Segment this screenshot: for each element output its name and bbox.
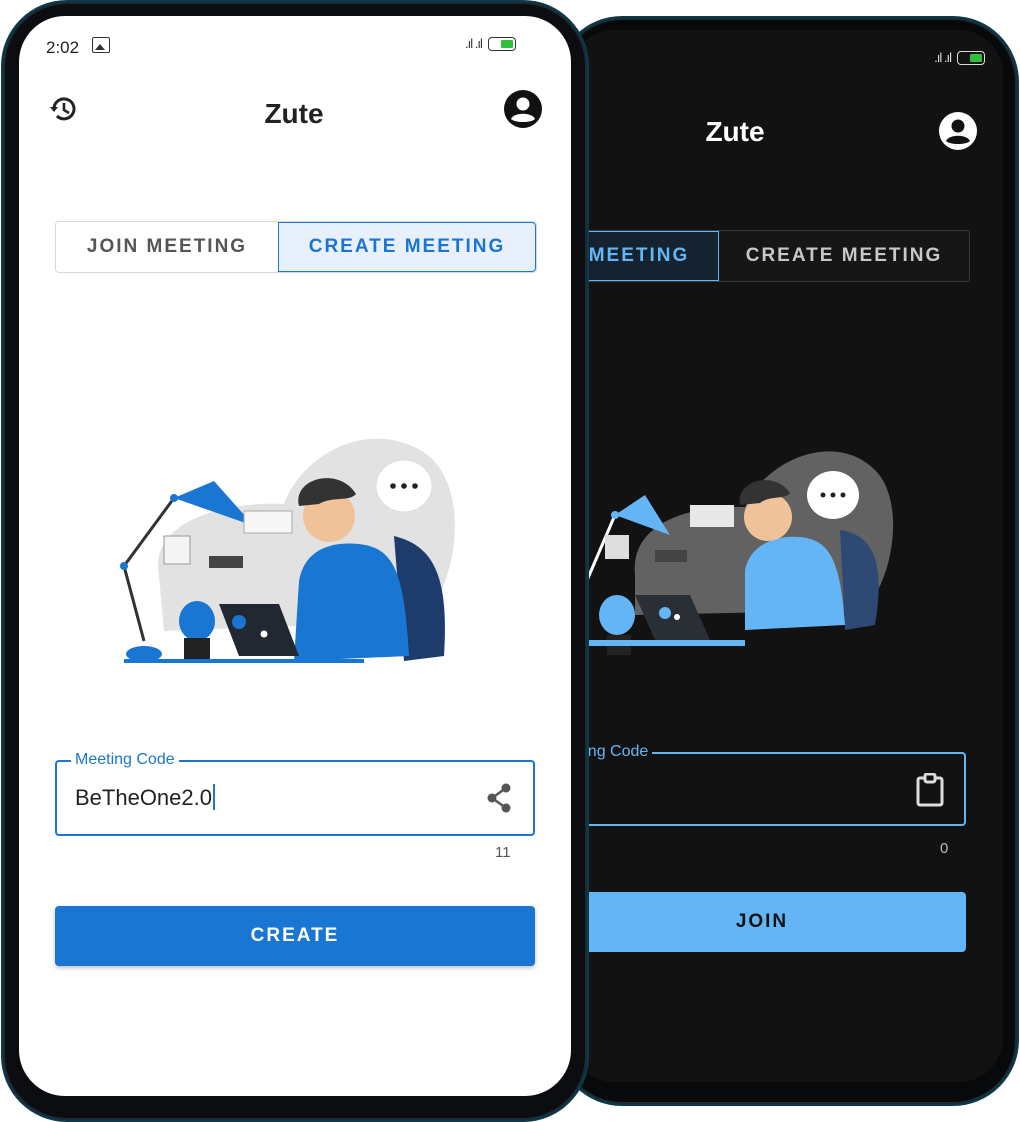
meeting-code-value: BeTheOne2.0 bbox=[75, 785, 212, 810]
meeting-illustration bbox=[575, 451, 894, 655]
clipboard-icon bbox=[916, 773, 944, 807]
meeting-tabs: JOIN MEETING CREATE MEETING bbox=[55, 221, 537, 273]
meeting-code-field[interactable]: eeting Code bbox=[570, 743, 966, 826]
meeting-code-input[interactable]: BeTheOne2.0 bbox=[75, 784, 215, 811]
status-bar-right: .ıl .ıl bbox=[465, 36, 516, 51]
meeting-code-field[interactable]: Meeting Code BeTheOne2.0 bbox=[55, 751, 535, 836]
join-button[interactable]: JOIN bbox=[570, 892, 966, 952]
text-cursor bbox=[212, 784, 215, 810]
meeting-tabs: MEETING CREATE MEETING bbox=[570, 230, 970, 282]
create-button[interactable]: CREATE bbox=[55, 906, 535, 966]
dark-phone-frame: .ıl .ıl Zute MEETING CREATE MEETING eeti… bbox=[560, 20, 1015, 1102]
dark-screen: .ıl .ıl Zute MEETING CREATE MEETING eeti… bbox=[570, 30, 1003, 1082]
app-title: Zute bbox=[264, 98, 324, 129]
signal-icon: .ıl .ıl bbox=[465, 36, 483, 51]
signal-icon: .ıl .ıl bbox=[934, 50, 952, 65]
tab-join-meeting[interactable]: MEETING bbox=[570, 231, 719, 281]
paste-button[interactable] bbox=[914, 772, 946, 808]
light-phone-frame: 2:02 .ıl .ıl Zute JOIN MEETING CREATE ME… bbox=[5, 4, 585, 1118]
battery-icon bbox=[957, 50, 985, 65]
app-title: Zute bbox=[705, 116, 765, 147]
tab-create-meeting[interactable]: CREATE MEETING bbox=[278, 222, 536, 272]
meeting-code-label: Meeting Code bbox=[71, 751, 179, 769]
account-button[interactable] bbox=[938, 111, 978, 151]
status-bar-right: .ıl .ıl bbox=[934, 50, 985, 65]
history-icon bbox=[50, 97, 76, 121]
tab-create-meeting[interactable]: CREATE MEETING bbox=[719, 231, 969, 281]
meeting-illustration bbox=[120, 438, 455, 663]
share-button[interactable] bbox=[483, 780, 515, 816]
light-screen: 2:02 .ıl .ıl Zute JOIN MEETING CREATE ME… bbox=[19, 16, 571, 1096]
character-counter: 11 bbox=[495, 844, 511, 861]
character-counter: 0 bbox=[940, 840, 949, 857]
account-circle-icon bbox=[939, 112, 977, 150]
status-time: 2:02 bbox=[46, 38, 80, 57]
battery-icon bbox=[487, 36, 516, 51]
account-circle-icon bbox=[504, 90, 542, 128]
tab-join-meeting[interactable]: JOIN MEETING bbox=[56, 222, 278, 272]
account-button[interactable] bbox=[503, 89, 543, 129]
share-icon bbox=[487, 783, 511, 813]
image-notification-icon bbox=[92, 37, 110, 53]
history-button[interactable] bbox=[43, 89, 83, 129]
